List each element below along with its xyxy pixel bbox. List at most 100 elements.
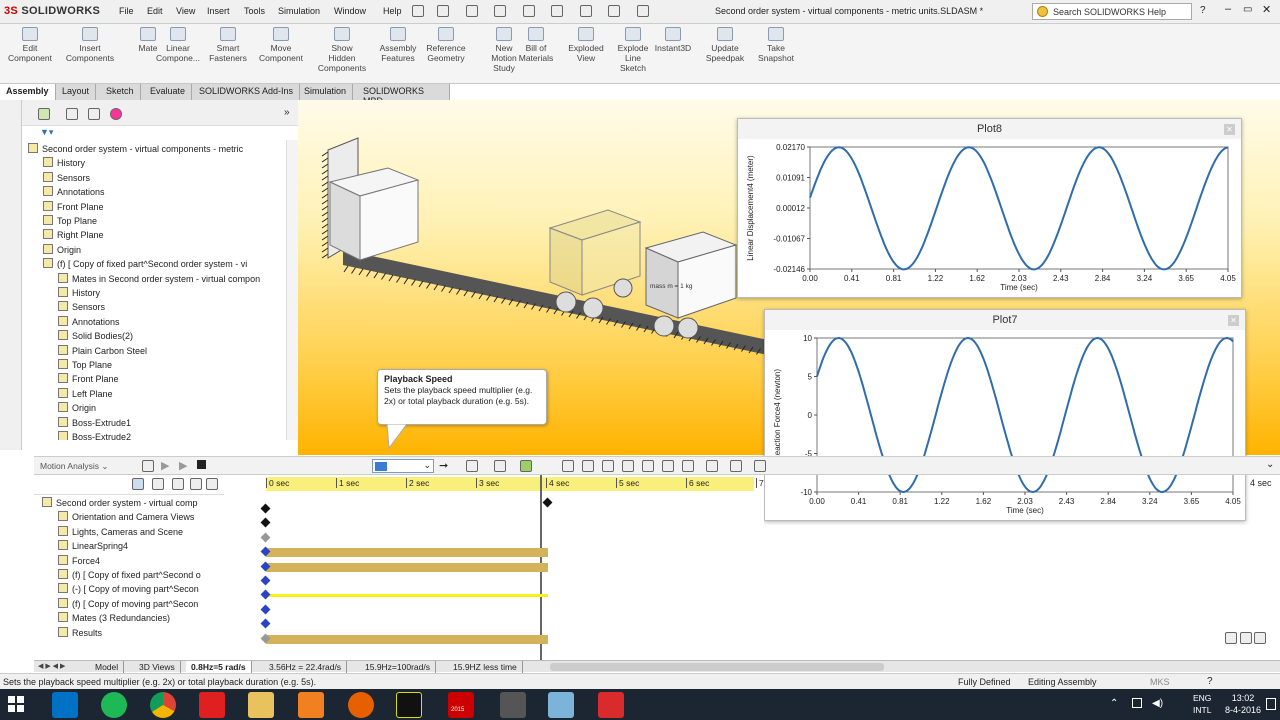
network-icon[interactable] — [1132, 698, 1142, 708]
menu-help[interactable]: Help — [383, 6, 402, 16]
tree-node[interactable]: Left Plane — [58, 387, 113, 402]
tree-node[interactable]: Annotations — [43, 186, 105, 200]
timeline-track-bar[interactable] — [266, 562, 548, 572]
tree-node[interactable]: (f) [ Copy of fixed part^Second order sy… — [43, 258, 247, 272]
play-from-start-icon[interactable]: ▶ — [161, 459, 169, 472]
tree-node[interactable]: Origin — [58, 402, 96, 416]
collapse-icon[interactable] — [730, 460, 742, 472]
start-icon[interactable] — [8, 696, 24, 712]
heads-up-view-toolbar[interactable] — [670, 100, 910, 104]
filter-icon[interactable]: ▼▾ — [40, 127, 53, 138]
tab-study-08hz[interactable]: 0.8Hz=5 rad/s — [186, 661, 252, 673]
app-red-icon[interactable] — [199, 692, 225, 718]
contact-icon[interactable] — [642, 460, 654, 472]
force-icon[interactable] — [622, 460, 634, 472]
ribbon-button-1[interactable]: Insert Components — [62, 26, 118, 82]
menu-edit[interactable]: Edit — [147, 6, 163, 16]
plot7-window[interactable]: Plot7 ✕ 0.00 0.41 0.81 1.22 1.62 2.03 2.43 2.84… — [764, 309, 1246, 521]
status-units[interactable]: MKS — [1150, 677, 1170, 687]
print-icon[interactable] — [522, 5, 535, 17]
close-button[interactable]: ✕ — [1262, 3, 1271, 16]
save-icon[interactable] — [494, 5, 507, 17]
playback-mode-icon[interactable]: ➞ — [439, 459, 448, 472]
menu-insert[interactable]: Insert — [207, 6, 230, 16]
menu-tools[interactable]: Tools — [244, 6, 265, 16]
timeline-key[interactable] — [260, 503, 271, 514]
zoom-to-fit-icon[interactable] — [1225, 632, 1237, 644]
tab-assembly[interactable]: Assembly — [0, 84, 56, 100]
study-properties-icon[interactable] — [706, 460, 718, 472]
spotify-icon[interactable] — [101, 692, 127, 718]
filter-driving-icon[interactable] — [152, 478, 164, 490]
ribbon-button-5[interactable]: Move Component — [253, 26, 309, 82]
new-icon[interactable] — [437, 5, 449, 17]
matlab-icon[interactable] — [298, 692, 324, 718]
gravity-icon[interactable] — [662, 460, 674, 472]
select-icon[interactable] — [579, 5, 592, 17]
animation-wizard-icon[interactable] — [494, 460, 506, 472]
undo-icon[interactable] — [551, 5, 564, 17]
tab-evaluate[interactable]: Evaluate — [144, 84, 193, 100]
tree-node[interactable]: Boss-Extrude1 — [58, 416, 131, 431]
volume-icon[interactable]: ◀) — [1152, 698, 1163, 709]
tree-node[interactable]: Boss-Extrude2 — [58, 431, 131, 440]
collapse-motion-icon[interactable]: ⌄ — [1266, 459, 1274, 470]
pin-icon[interactable] — [412, 5, 424, 17]
status-help-icon[interactable]: ? — [1207, 676, 1213, 687]
display-manager-tab-icon[interactable] — [110, 108, 122, 120]
tree-node[interactable]: Top Plane — [43, 215, 97, 229]
timeline-key[interactable] — [260, 589, 271, 600]
plot8-close-button[interactable]: ✕ — [1224, 124, 1235, 135]
tab-mbd[interactable]: SOLIDWORKS MBD — [357, 84, 450, 106]
tree-node[interactable]: History — [58, 287, 100, 301]
tree-node[interactable]: Plain Carbon Steel — [58, 344, 147, 359]
property-manager-tab-icon[interactable] — [66, 108, 78, 120]
play-icon[interactable]: ▶ — [179, 459, 187, 472]
timeline-zoom-controls[interactable] — [1225, 632, 1280, 646]
calculate-icon[interactable] — [142, 460, 154, 472]
tab-simulation[interactable]: Simulation — [298, 84, 354, 100]
menu-view[interactable]: View — [176, 6, 195, 16]
configuration-manager-tab-icon[interactable] — [88, 108, 100, 120]
tree-node[interactable]: Right Plane — [43, 229, 104, 243]
ribbon-button-3[interactable]: Linear Compone... — [150, 26, 206, 82]
timeline-key[interactable] — [260, 532, 271, 543]
language-indicator[interactable]: ENG INTL — [1193, 692, 1211, 716]
ribbon-button-14[interactable]: Update Speedpak — [697, 26, 753, 82]
outlook-icon[interactable] — [52, 692, 78, 718]
rebuild-icon[interactable] — [608, 5, 621, 17]
menu-window[interactable]: Window — [334, 6, 366, 16]
menu-simulation[interactable]: Simulation — [278, 6, 320, 16]
tree-node[interactable]: History — [43, 157, 85, 171]
tree-node[interactable]: Origin — [43, 243, 81, 258]
damper-icon[interactable] — [602, 460, 614, 472]
plot7-close-button[interactable]: ✕ — [1228, 315, 1239, 326]
stop-icon[interactable] — [197, 460, 206, 469]
motion-tree-node[interactable]: (f) [ Copy of fixed part^Second o — [58, 569, 201, 583]
firefox-icon[interactable] — [348, 692, 374, 718]
save-animation-icon[interactable] — [466, 460, 478, 472]
tab-study-159hz-less-time[interactable]: 15.9HZ less time — [448, 661, 523, 673]
maximize-button[interactable]: ▭ — [1243, 4, 1252, 15]
app-logo[interactable]: 3S SOLIDWORKS — [4, 5, 100, 17]
minimize-button[interactable]: – — [1225, 3, 1231, 15]
tab-sketch[interactable]: Sketch — [100, 84, 141, 100]
tab-3d-views[interactable]: 3D Views — [134, 661, 181, 673]
motion-tree-node[interactable]: Second order system - virtual comp — [42, 497, 198, 511]
motor-icon[interactable] — [562, 460, 574, 472]
tray-chevron-icon[interactable]: ⌃ — [1110, 698, 1118, 709]
timeline-track-bar[interactable] — [266, 594, 548, 598]
file-explorer-icon[interactable] — [248, 692, 274, 718]
tab-study-159hz[interactable]: 15.9Hz=100rad/s — [360, 661, 436, 673]
ribbon-button-8[interactable]: Reference Geometry — [418, 26, 474, 82]
help-search-input[interactable]: Search SOLIDWORKS Help — [1032, 3, 1192, 20]
help-icon[interactable]: ? — [1200, 5, 1206, 16]
tree-node[interactable]: Solid Bodies(2) — [58, 330, 133, 344]
results-plots-icon[interactable] — [682, 460, 694, 472]
study-type-select[interactable]: Motion Analysis ⌄ — [40, 461, 130, 473]
plot8-window[interactable]: Plot8 ✕ 0.00 0.41 0.81 1.22 1.62 2.03 2.43 2.84… — [737, 118, 1242, 298]
filter-results-icon[interactable] — [190, 478, 202, 490]
timeline-key[interactable] — [260, 517, 271, 528]
tree-node[interactable]: Front Plane — [58, 373, 119, 387]
motion-tree-node[interactable]: Force4 — [58, 554, 100, 569]
